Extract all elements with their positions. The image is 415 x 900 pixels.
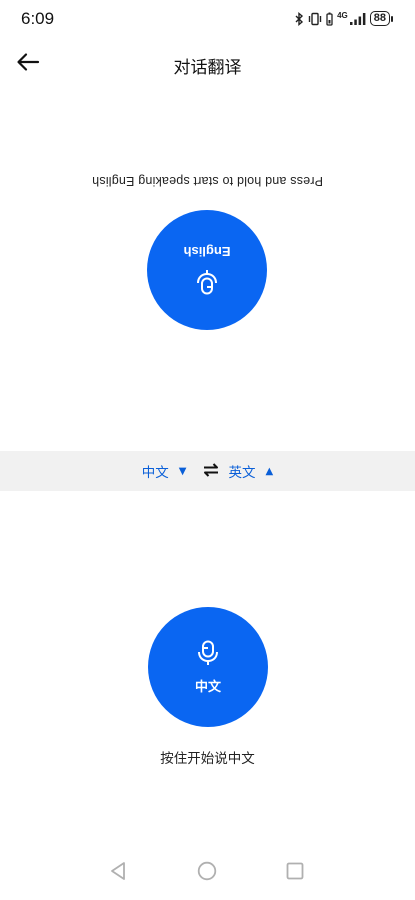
self-mic-button[interactable]: 中文 — [148, 607, 268, 727]
caret-down-icon: ▼ — [178, 465, 187, 477]
source-language-selector[interactable]: 中文 ▼ — [142, 461, 187, 481]
network-type: 4G — [337, 11, 348, 20]
status-bar: 6:09 4G 88 — [0, 0, 415, 38]
partner-mic-label: English — [183, 244, 231, 260]
self-hint: 按住开始说中文 — [160, 751, 255, 767]
back-triangle-icon — [109, 861, 127, 885]
battery-saver-icon — [326, 12, 333, 26]
conversation-translate-screen: 6:09 4G 88 对话翻译 English Press and hold t… — [0, 0, 415, 900]
partner-section: English Press and hold to start speaking… — [0, 160, 415, 350]
target-language-selector[interactable]: 英文 ▲ — [229, 461, 274, 481]
page-title: 对话翻译 — [173, 58, 242, 78]
signal-icon — [349, 12, 366, 25]
nav-home-button[interactable] — [194, 860, 220, 886]
microphone-icon — [197, 640, 219, 670]
status-icons: 4G 88 — [295, 11, 393, 26]
status-time: 6:09 — [21, 9, 55, 28]
home-circle-icon — [197, 861, 217, 885]
caret-up-icon: ▲ — [265, 465, 274, 477]
nav-recents-button[interactable] — [282, 860, 308, 886]
bluetooth-icon — [295, 11, 304, 26]
source-language-label: 中文 — [141, 465, 169, 481]
nav-back-button[interactable] — [105, 860, 131, 886]
self-mic-label: 中文 — [194, 678, 221, 694]
swap-language-button[interactable] — [203, 462, 219, 481]
partner-mic-button[interactable]: English — [147, 210, 267, 330]
language-bar: 中文 ▼ 英文 ▲ — [0, 451, 415, 491]
microphone-icon — [196, 266, 218, 296]
swap-arrows-icon — [203, 462, 219, 481]
system-navigation-bar — [0, 846, 415, 900]
vibrate-icon — [308, 12, 322, 26]
recents-square-icon — [286, 862, 304, 884]
header: 对话翻译 — [0, 40, 415, 88]
target-language-label: 英文 — [228, 465, 256, 481]
partner-hint: Press and hold to start speaking English — [91, 174, 324, 188]
battery-level: 88 — [369, 11, 390, 26]
battery-icon: 88 — [369, 11, 393, 26]
